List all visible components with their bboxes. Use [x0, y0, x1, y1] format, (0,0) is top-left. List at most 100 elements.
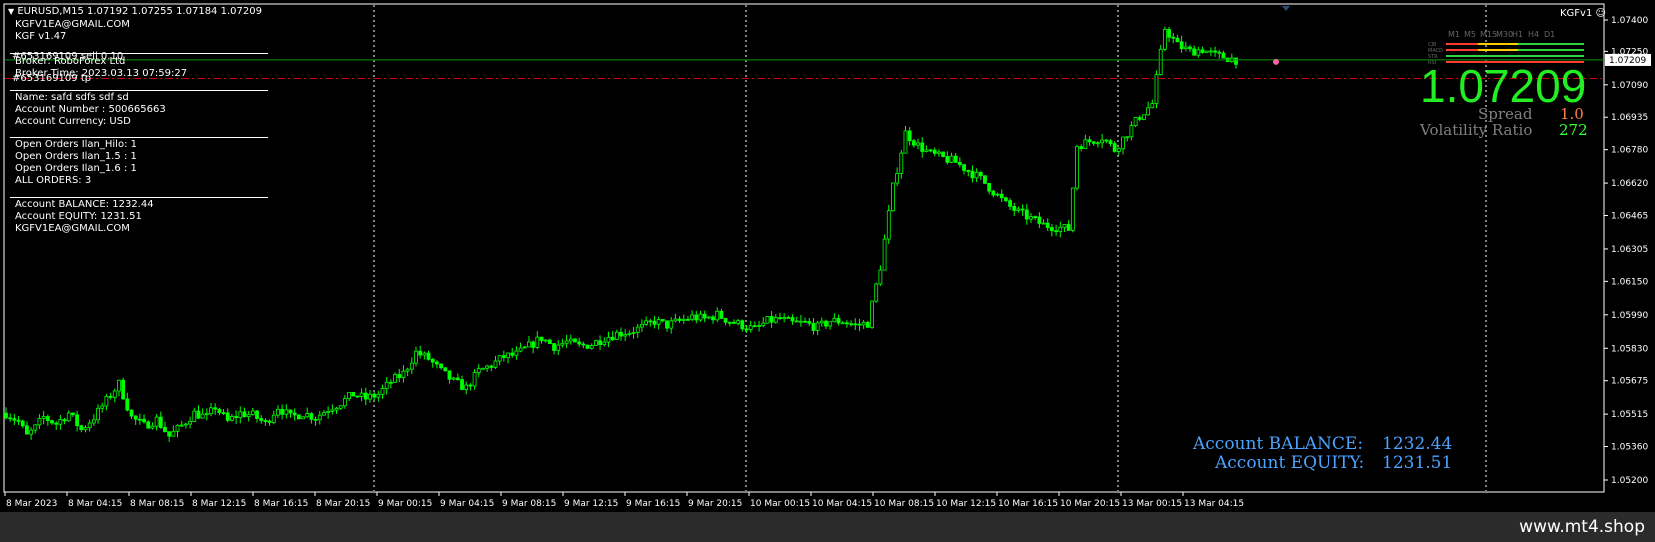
y-tick-label: 1.07090 [1611, 81, 1648, 91]
candle-body [690, 314, 695, 320]
candle-body [832, 318, 837, 323]
candle-body [146, 421, 151, 429]
shift-marker-icon[interactable] [1282, 6, 1290, 11]
candle-body [451, 377, 456, 380]
volatility-label: Volatility Ratio [1420, 121, 1533, 139]
candle-body [656, 319, 661, 325]
candle-body [393, 374, 397, 383]
candle-body [1079, 146, 1084, 150]
candle-body [1087, 139, 1092, 143]
candle-body [196, 410, 201, 419]
tf-signal-bar [1446, 49, 1478, 51]
candle-body [96, 407, 100, 421]
candle-body [401, 370, 406, 379]
candle-body [171, 430, 176, 437]
candle-body [882, 238, 887, 271]
candle-body [891, 182, 895, 212]
candle-body [794, 320, 799, 323]
candle-body [987, 183, 992, 192]
plot-border [3, 3, 1605, 493]
candle-body [857, 323, 862, 326]
tf-label: M30 [1496, 30, 1513, 39]
candle-body [928, 149, 933, 152]
panel-balance: Account BALANCE: 1232.44 [15, 199, 154, 210]
x-tick-label: 9 Mar 08:15 [502, 499, 556, 509]
candle-body [363, 392, 368, 400]
candle-body [589, 345, 594, 349]
horizontal-lines: 1.07209 [5, 53, 1651, 80]
candle-body [585, 344, 590, 349]
chart-frame[interactable]: 1.07400 1.07250 1.07090 1.06935 1.06780 1.066… [0, 0, 1655, 512]
separator [10, 197, 268, 198]
candle-body [1121, 136, 1125, 150]
all-orders: ALL ORDERS: 3 [15, 175, 92, 186]
candle-body [577, 341, 582, 345]
x-tick-label: 9 Mar 04:15 [440, 499, 494, 509]
symbol-header: ▼ EURUSD,M15 1.07192 1.07255 1.07184 1.0… [8, 6, 262, 18]
candle-body [192, 410, 197, 422]
candle-body [41, 416, 46, 419]
candle-body [619, 331, 623, 337]
candle-body [698, 313, 703, 321]
candle-body [1142, 114, 1146, 120]
candle-body [1213, 50, 1217, 53]
candle-body [1054, 230, 1059, 233]
candle-body [108, 396, 113, 398]
x-tick-label: 8 Mar 04:15 [68, 499, 122, 509]
candle-body [811, 322, 816, 331]
candle-body [45, 416, 50, 421]
candle-body [640, 323, 644, 328]
candle-body [430, 358, 435, 363]
tf-label: M1 [1448, 30, 1460, 39]
candle-body [899, 152, 904, 174]
candle-body [1171, 36, 1176, 39]
big-balance-value: 1232.44 [1382, 434, 1453, 454]
candle-body [1234, 57, 1238, 65]
candle-body [489, 365, 494, 368]
separator [10, 137, 268, 138]
candle-body [786, 317, 791, 319]
candle-body [1196, 49, 1201, 56]
header-email: KGFV1EA@GMAIL.COM [15, 19, 130, 30]
candle-body [673, 318, 678, 322]
candle-body [903, 130, 908, 154]
y-tick-label: 1.05360 [1611, 443, 1648, 453]
candle-body [614, 331, 619, 341]
candle-body [296, 414, 301, 420]
candle-body [510, 352, 515, 356]
candle-body [464, 384, 469, 390]
candle-body [1217, 51, 1222, 54]
candle-body [1070, 187, 1075, 231]
y-tick-label: 1.05200 [1611, 476, 1648, 486]
time-axis: 8 Mar 2023 8 Mar 04:15 8 Mar 08:15 8 Mar 12… [4, 492, 1244, 509]
candle-body [723, 317, 728, 323]
candle-body [660, 319, 665, 322]
candle-body [527, 341, 531, 348]
candle-body [388, 381, 393, 384]
candle-body [1029, 216, 1033, 220]
price-tag-label: 1.07209 [1609, 56, 1646, 66]
collapse-triangle-icon[interactable]: ▼ [8, 7, 14, 16]
account-number: Account Number : 500665663 [15, 104, 166, 115]
candle-body [974, 172, 979, 179]
candle-body [1041, 222, 1046, 225]
tf-label: H1 [1512, 30, 1523, 39]
candle-body [782, 317, 787, 320]
candle-body [472, 372, 477, 387]
candle-body [372, 393, 377, 398]
watermark: www.mt4.shop [1519, 517, 1645, 537]
candle-body [1221, 52, 1226, 59]
candle-body [547, 339, 552, 344]
panel-equity: Account EQUITY: 1231.51 [15, 211, 142, 222]
candle-body [397, 374, 402, 379]
candle-body [727, 321, 732, 324]
candle-body [916, 142, 920, 146]
candle-body [1096, 142, 1100, 145]
big-equity-label: Account EQUITY: [1215, 453, 1365, 473]
candle-body [225, 412, 230, 421]
tf-signal-bar [1518, 49, 1584, 51]
candle-body [719, 310, 724, 319]
indicator-tag[interactable]: KGFv1 ☺ [1560, 8, 1606, 20]
x-tick-label: 8 Mar 2023 [6, 499, 57, 509]
candle-body [263, 420, 268, 422]
